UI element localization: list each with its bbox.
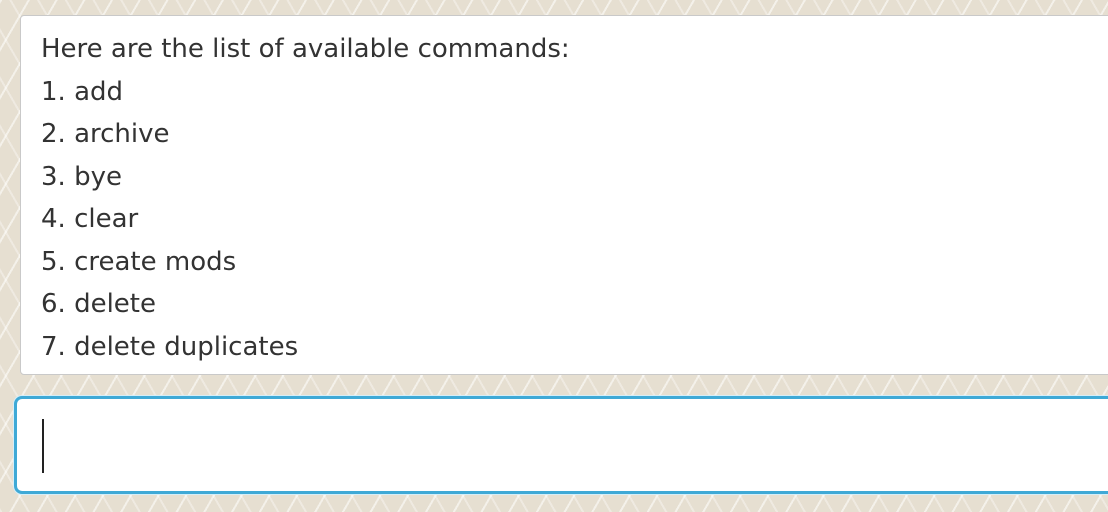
result-line: 5. create mods (41, 246, 237, 277)
result-text: Here are the list of available commands:… (41, 28, 570, 368)
result-line: 2. archive (41, 119, 170, 149)
result-line: 6. delete (41, 289, 156, 319)
command-input[interactable] (14, 396, 1108, 494)
result-line: 3. bye (41, 161, 122, 192)
result-line: 7. delete duplicates (41, 331, 299, 362)
result-display[interactable]: Here are the list of available commands:… (20, 15, 1108, 375)
result-line: Here are the list of available commands: (41, 34, 570, 64)
result-line: 4. clear (41, 204, 139, 234)
result-line: 1. add (41, 76, 124, 107)
text-caret (42, 419, 44, 473)
